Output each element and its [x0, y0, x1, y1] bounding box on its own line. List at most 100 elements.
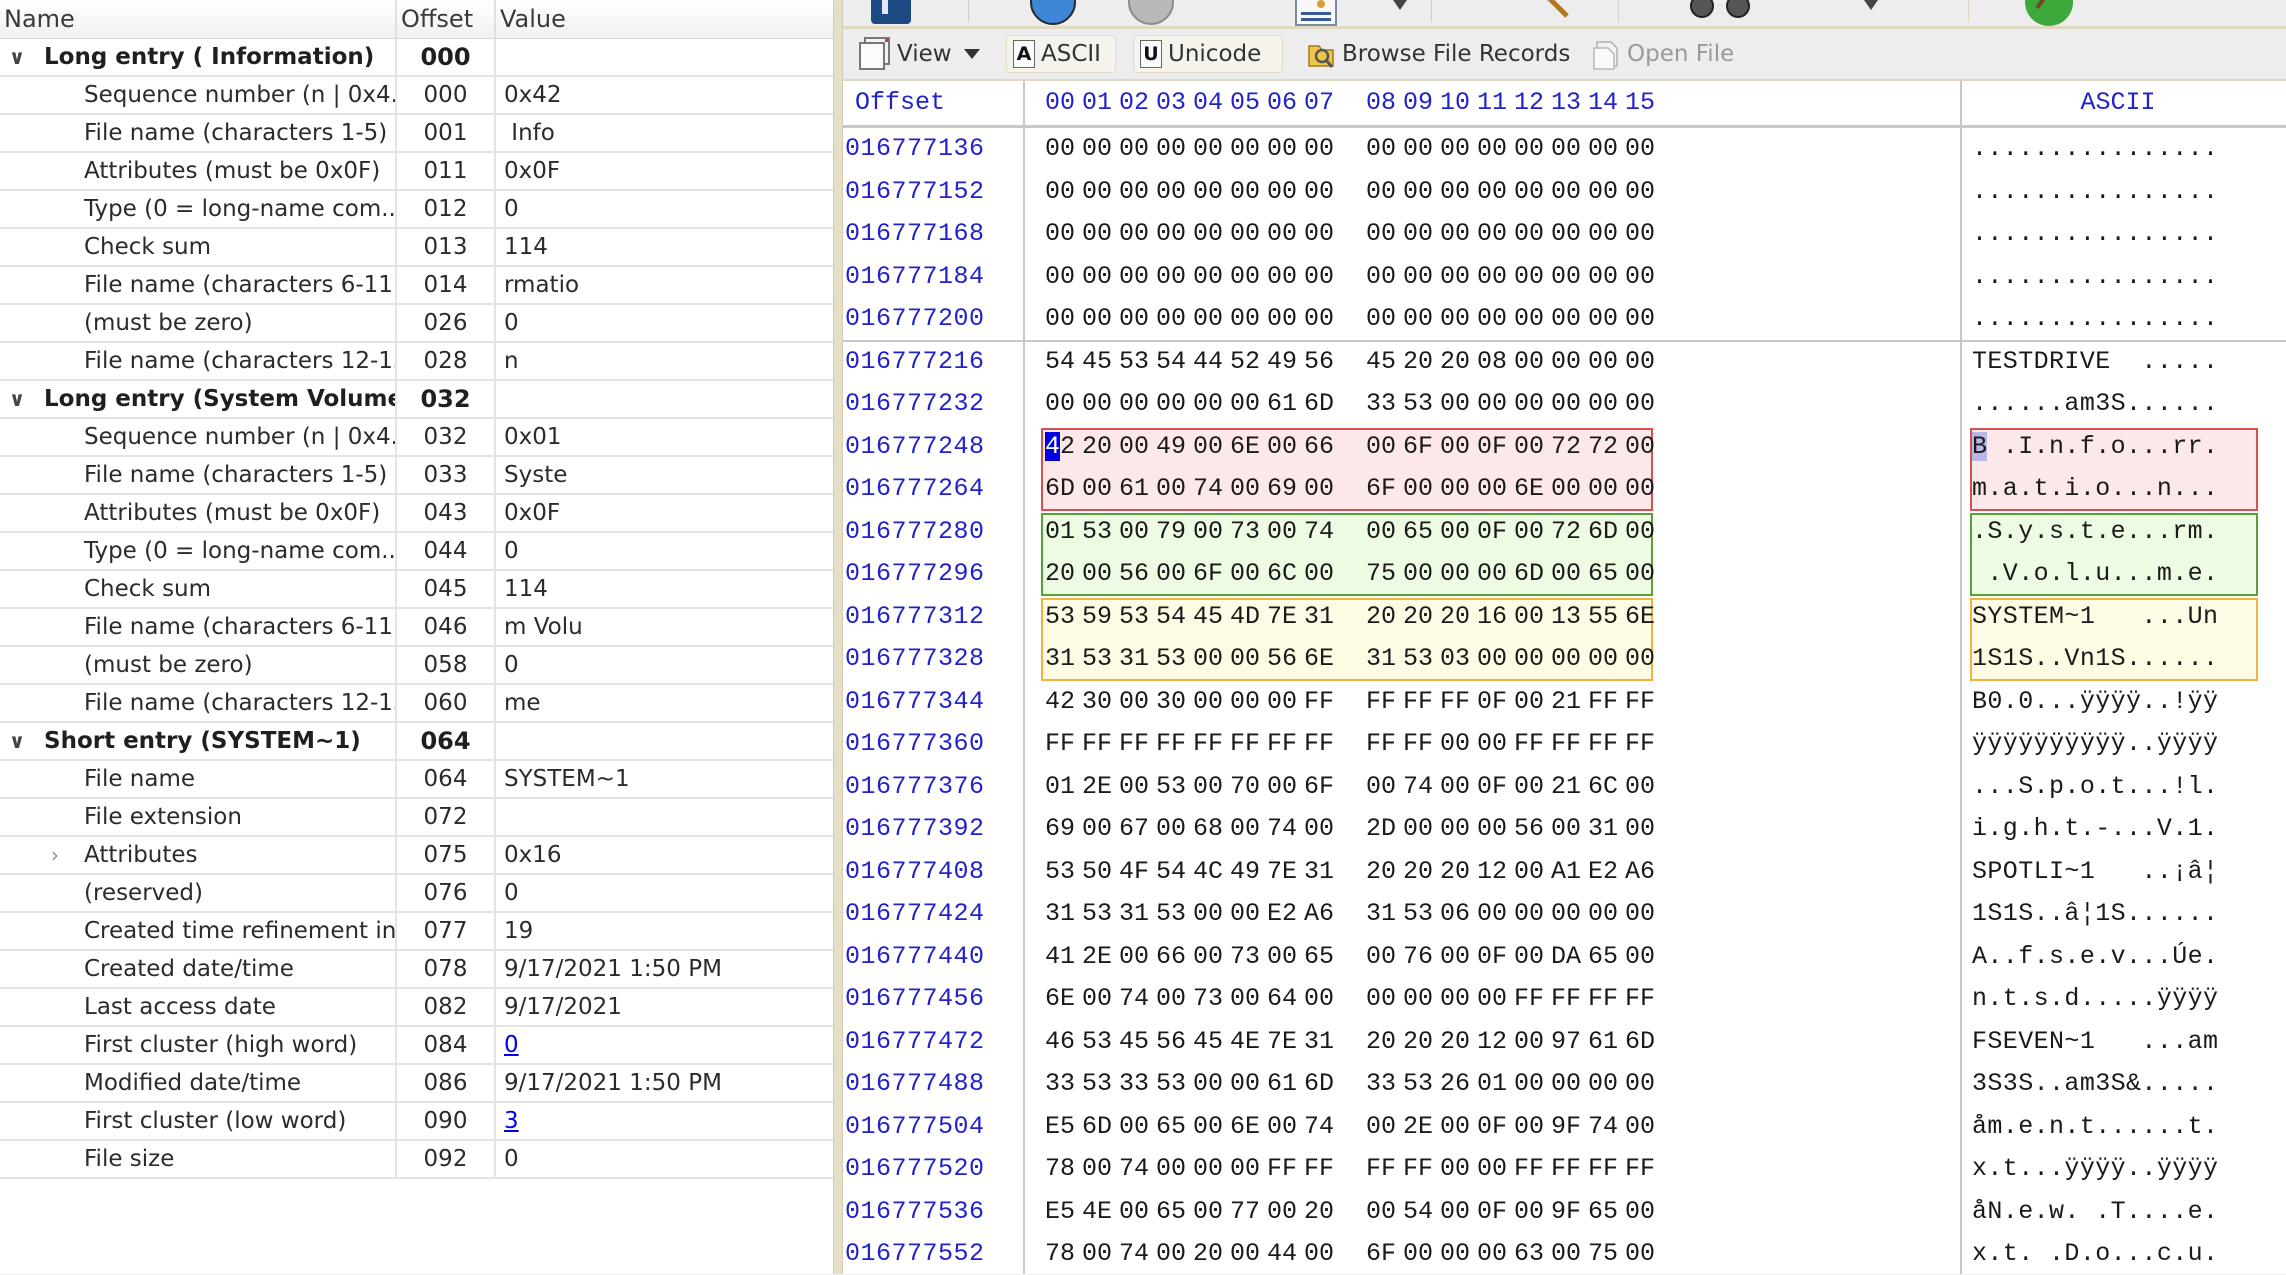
hex-byte[interactable]: 00 [1586, 638, 1620, 680]
hex-byte[interactable]: 00 [1549, 383, 1583, 425]
hex-byte[interactable]: 7E [1265, 1021, 1299, 1063]
hex-byte[interactable]: 00 [1512, 298, 1546, 340]
blue-circle-icon[interactable] [1028, 0, 1078, 26]
hex-byte[interactable]: 00 [1265, 1191, 1299, 1233]
row-offset[interactable]: 016777360 [843, 723, 1025, 765]
hex-byte[interactable]: 00 [1623, 1191, 1657, 1233]
hex-byte[interactable]: 64 [1265, 978, 1299, 1020]
tree-field-row[interactable]: File name (characters 12-13) 028 n [0, 343, 833, 381]
hex-byte[interactable]: FF [1438, 681, 1472, 723]
hex-byte[interactable]: 00 [1401, 213, 1435, 255]
hex-byte[interactable]: 00 [1438, 766, 1472, 808]
hex-byte[interactable]: 65 [1586, 936, 1620, 978]
hex-byte[interactable]: 00 [1080, 1233, 1114, 1275]
ascii-text[interactable]: SPOTLI~1 ..¡â¦ [1972, 851, 2218, 893]
hex-byte[interactable]: 53 [1154, 893, 1188, 935]
column-header-name[interactable]: Name [0, 0, 397, 38]
hex-byte[interactable]: 9F [1549, 1106, 1583, 1148]
hex-byte[interactable]: 31 [1117, 638, 1151, 680]
tree-group-row[interactable]: ∨ Long entry (System Volume) 032 [0, 381, 833, 419]
hex-byte[interactable]: 03 [1438, 638, 1472, 680]
hex-byte[interactable]: 00 [1302, 1233, 1336, 1275]
ascii-text[interactable]: x.t...ÿÿÿÿ..ÿÿÿÿ [1972, 1148, 2218, 1190]
hex-byte[interactable]: 6E [1043, 978, 1077, 1020]
hex-byte[interactable]: 00 [1265, 171, 1299, 213]
hex-byte[interactable]: 65 [1586, 553, 1620, 595]
hex-byte[interactable]: 00 [1265, 128, 1299, 170]
hex-byte[interactable]: 00 [1623, 213, 1657, 255]
hex-byte[interactable]: 6F [1364, 1233, 1398, 1275]
hex-byte[interactable]: FF [1364, 723, 1398, 765]
hex-byte[interactable]: 20 [1438, 851, 1472, 893]
hex-byte[interactable]: FF [1586, 681, 1620, 723]
hex-byte[interactable]: 00 [1438, 128, 1472, 170]
hex-byte[interactable]: 00 [1228, 1148, 1262, 1190]
hex-byte[interactable]: 31 [1364, 638, 1398, 680]
hex-byte[interactable]: 65 [1586, 1191, 1620, 1233]
hex-byte[interactable]: 66 [1302, 426, 1336, 468]
hex-byte[interactable]: 0F [1475, 936, 1509, 978]
hex-byte[interactable]: 00 [1438, 553, 1472, 595]
hex-byte[interactable]: 00 [1191, 766, 1225, 808]
tree-field-row[interactable]: Created date/time 078 9/17/2021 1:50 PM [0, 951, 833, 989]
hex-byte[interactable]: 00 [1154, 171, 1188, 213]
row-offset[interactable]: 016777248 [843, 426, 1025, 468]
hex-byte[interactable]: 00 [1191, 936, 1225, 978]
hex-byte[interactable]: 00 [1623, 256, 1657, 298]
hex-byte[interactable]: 66 [1154, 936, 1188, 978]
hex-byte[interactable]: FF [1549, 1148, 1583, 1190]
hex-byte[interactable]: 00 [1586, 128, 1620, 170]
ascii-text[interactable]: åm.e.n.t......t. [1972, 1106, 2218, 1148]
ascii-text[interactable]: B0.0...ÿÿÿÿ..!ÿÿ [1972, 681, 2218, 723]
tree-field-row[interactable]: First cluster (high word) 084 0 [0, 1027, 833, 1065]
tree-field-row[interactable]: Attributes (must be 0x0F) 043 0x0F [0, 495, 833, 533]
hex-byte[interactable]: 2D [1364, 808, 1398, 850]
hex-byte[interactable]: 31 [1043, 893, 1077, 935]
hex-byte[interactable]: 20 [1080, 426, 1114, 468]
hex-byte[interactable]: 00 [1228, 298, 1262, 340]
hex-byte[interactable]: 00 [1228, 893, 1262, 935]
hex-byte[interactable]: 00 [1154, 213, 1188, 255]
hex-byte[interactable]: 21 [1549, 681, 1583, 723]
ascii-text[interactable]: SYSTEM~1 ...Un [1972, 596, 2218, 638]
tree-group-row[interactable]: ∨ Long entry ( Information) 000 [0, 39, 833, 77]
hex-byte[interactable]: 00 [1191, 383, 1225, 425]
hex-byte[interactable]: 61 [1586, 1021, 1620, 1063]
hex-byte[interactable]: 00 [1438, 1106, 1472, 1148]
row-offset[interactable]: 016777552 [843, 1233, 1025, 1275]
hex-byte[interactable]: 01 [1043, 511, 1077, 553]
tree-field-row[interactable]: Created time refinement in... 077 19 [0, 913, 833, 951]
hex-byte[interactable]: 00 [1512, 596, 1546, 638]
hex-byte[interactable]: 33 [1364, 1063, 1398, 1105]
hex-byte[interactable]: 20 [1438, 1021, 1472, 1063]
hex-byte[interactable]: 45 [1191, 596, 1225, 638]
hex-byte[interactable]: 00 [1623, 298, 1657, 340]
hex-byte[interactable]: 00 [1228, 256, 1262, 298]
hex-byte[interactable]: 00 [1401, 1233, 1435, 1275]
hex-byte[interactable]: E5 [1043, 1106, 1077, 1148]
hex-byte[interactable]: 30 [1080, 681, 1114, 723]
hex-byte[interactable]: 00 [1586, 256, 1620, 298]
hex-byte[interactable]: 0F [1475, 511, 1509, 553]
hex-byte[interactable]: 73 [1191, 978, 1225, 1020]
row-offset[interactable]: 016777376 [843, 766, 1025, 808]
hex-byte[interactable]: 45 [1191, 1021, 1225, 1063]
hex-byte[interactable]: 2E [1080, 936, 1114, 978]
hex-byte[interactable]: 65 [1154, 1191, 1188, 1233]
hex-byte[interactable]: 20 [1043, 553, 1077, 595]
hex-byte[interactable]: 00 [1302, 256, 1336, 298]
hex-byte[interactable]: 00 [1117, 256, 1151, 298]
row-offset[interactable]: 016777424 [843, 893, 1025, 935]
hex-byte[interactable]: 00 [1228, 383, 1262, 425]
hex-byte[interactable]: 00 [1623, 383, 1657, 425]
hex-byte[interactable]: FF [1586, 723, 1620, 765]
column-header-value[interactable]: Value [496, 0, 833, 38]
hex-byte[interactable]: 01 [1475, 1063, 1509, 1105]
ascii-text[interactable]: ................ [1972, 213, 2218, 255]
hex-byte[interactable]: 00 [1475, 128, 1509, 170]
hex-byte[interactable]: 56 [1117, 553, 1151, 595]
tree-field-row[interactable]: File name (characters 12-13) 060 me [0, 685, 833, 723]
hex-byte[interactable]: 00 [1228, 681, 1262, 723]
hex-byte[interactable]: 65 [1154, 1106, 1188, 1148]
tree-group-row[interactable]: ∨ Short entry (SYSTEM~1) 064 [0, 723, 833, 761]
